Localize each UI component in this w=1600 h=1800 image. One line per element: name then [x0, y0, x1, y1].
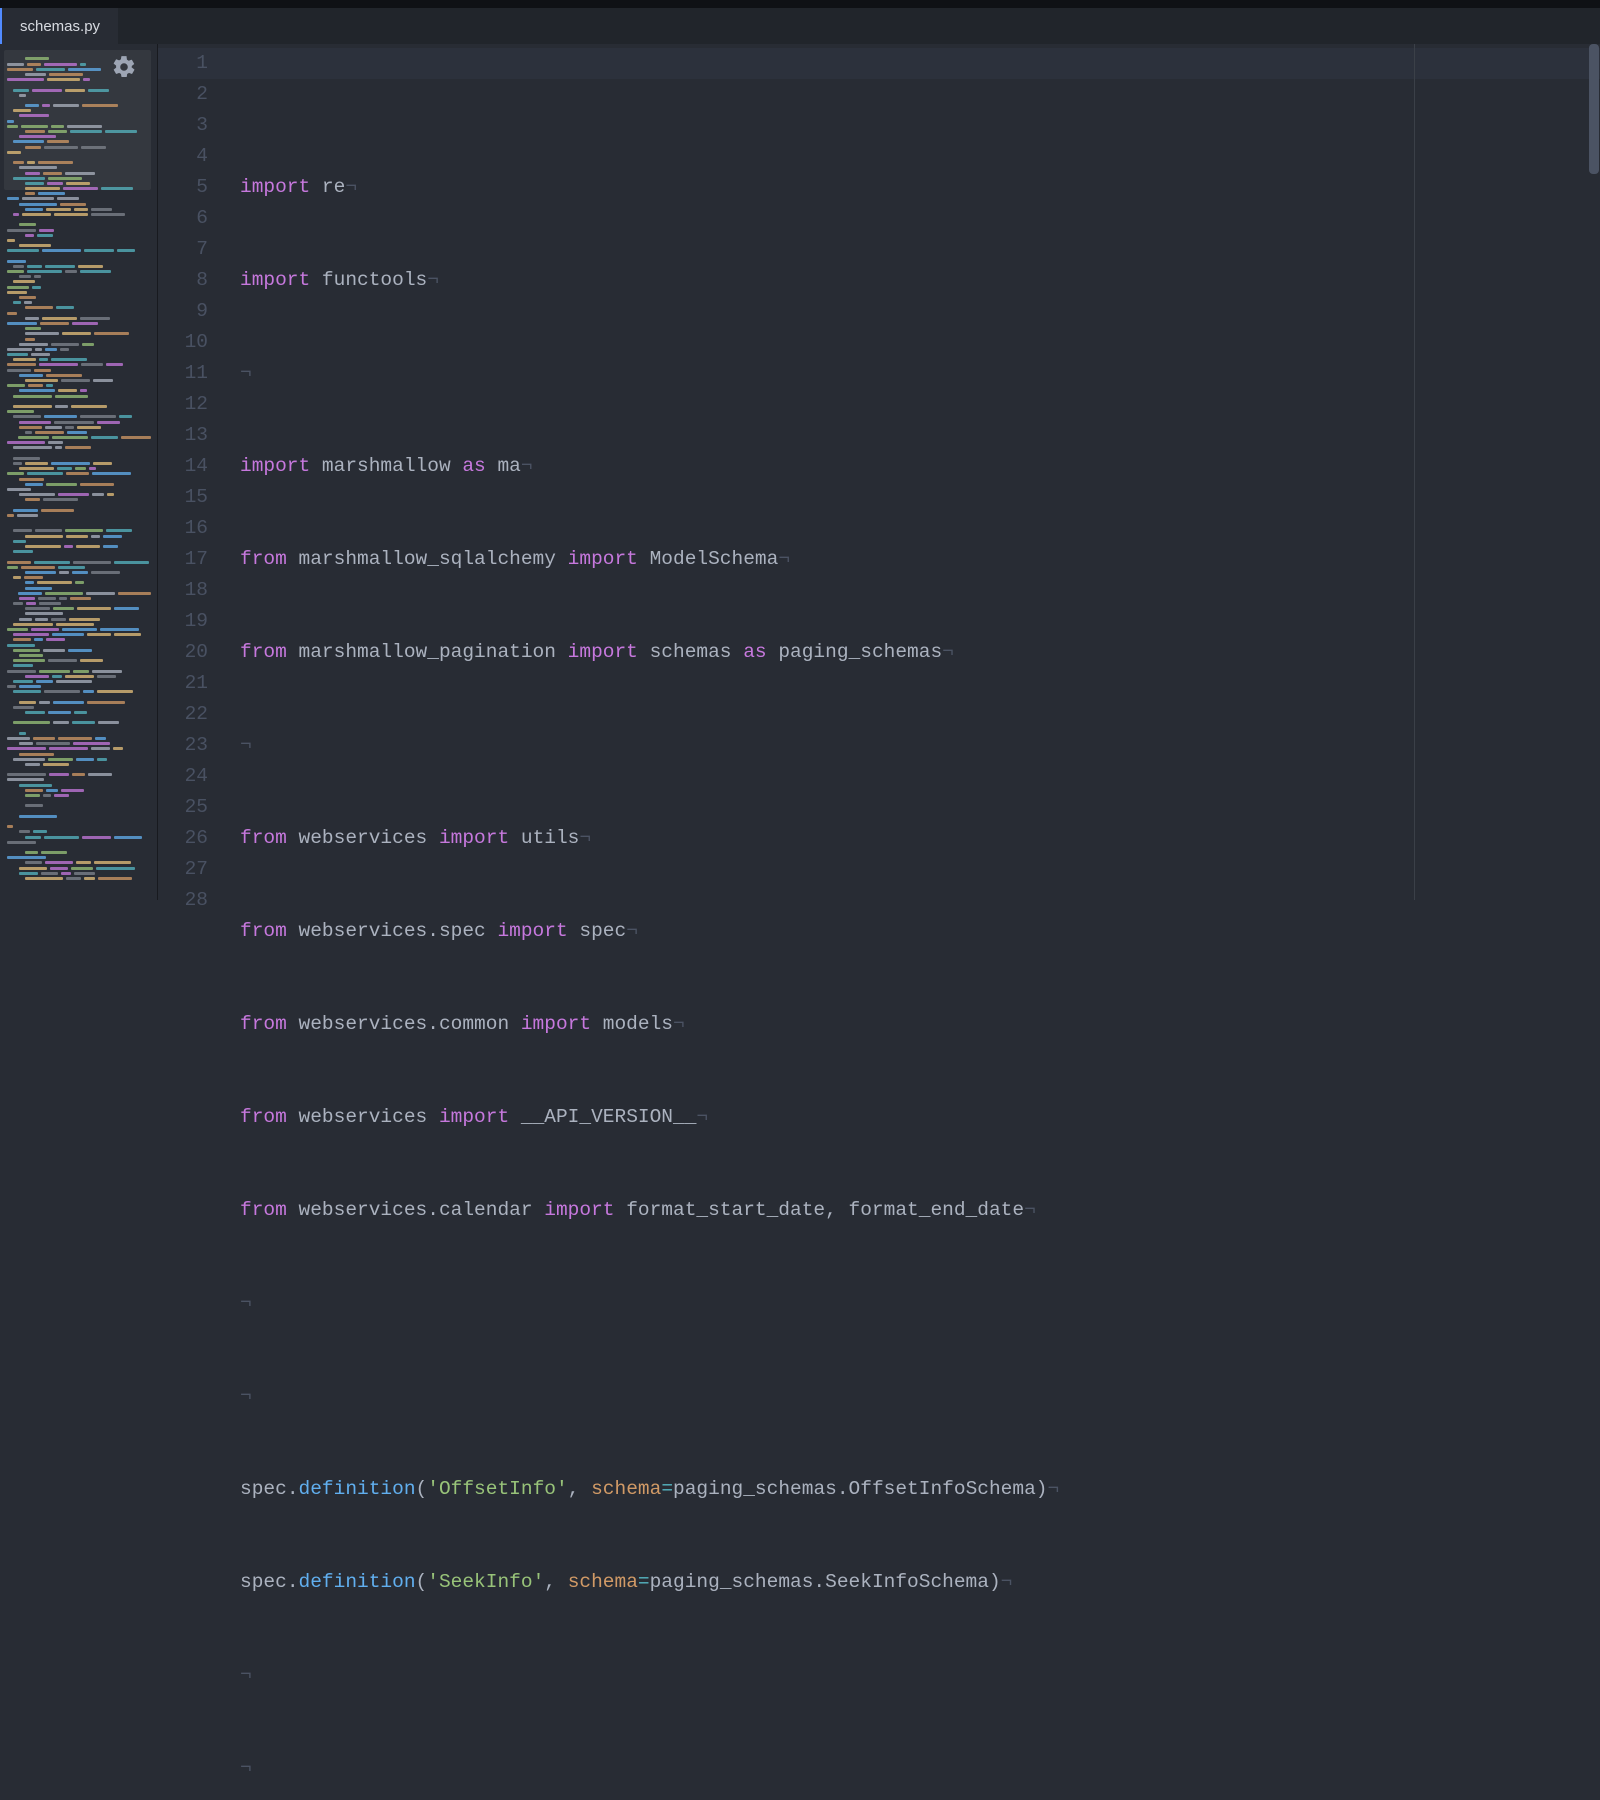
line-number: 10 [158, 327, 208, 358]
line-number: 19 [158, 606, 208, 637]
line-number-gutter: 1234567891011121314151617181920212223242… [158, 44, 226, 900]
code-line: from marshmallow_sqlalchemy import Model… [240, 544, 1600, 575]
line-number: 15 [158, 482, 208, 513]
line-number: 23 [158, 730, 208, 761]
code-line: ¬ [240, 730, 1600, 761]
line-number: 14 [158, 451, 208, 482]
scrollbar-thumb[interactable] [1589, 44, 1599, 174]
line-number: 17 [158, 544, 208, 575]
code-line: spec.definition('SeekInfo', schema=pagin… [240, 1567, 1600, 1598]
line-number: 5 [158, 172, 208, 203]
tab-schemas[interactable]: schemas.py [0, 8, 118, 44]
line-number: 3 [158, 110, 208, 141]
line-number: 9 [158, 296, 208, 327]
line-number: 13 [158, 420, 208, 451]
code-line: import marshmallow as ma¬ [240, 451, 1600, 482]
line-number: 8 [158, 265, 208, 296]
gear-icon[interactable] [111, 54, 137, 85]
code-editor[interactable]: 1234567891011121314151617181920212223242… [158, 44, 1600, 900]
line-number: 27 [158, 854, 208, 885]
line-number: 21 [158, 668, 208, 699]
line-number: 2 [158, 79, 208, 110]
line-number: 22 [158, 699, 208, 730]
code-line: ¬ [240, 1660, 1600, 1691]
line-number: 7 [158, 234, 208, 265]
code-line: ¬ [240, 1381, 1600, 1412]
code-line: from webservices.common import models¬ [240, 1009, 1600, 1040]
tab-filename: schemas.py [20, 18, 100, 35]
code-line: ¬ [240, 1288, 1600, 1319]
code-line: import re¬ [240, 172, 1600, 203]
line-number: 26 [158, 823, 208, 854]
title-bar [0, 0, 1600, 8]
code-area[interactable]: import re¬ import functools¬ ¬ import ma… [226, 44, 1600, 900]
code-line: from marshmallow_pagination import schem… [240, 637, 1600, 668]
line-number: 18 [158, 575, 208, 606]
tab-bar: schemas.py [0, 8, 1600, 44]
line-number: 6 [158, 203, 208, 234]
line-number: 11 [158, 358, 208, 389]
code-line: spec.definition('OffsetInfo', schema=pag… [240, 1474, 1600, 1505]
line-number: 4 [158, 141, 208, 172]
line-number: 25 [158, 792, 208, 823]
vertical-scrollbar[interactable] [1589, 44, 1599, 900]
line-number: 20 [158, 637, 208, 668]
current-line-highlight [158, 48, 1600, 79]
code-line: from webservices.spec import spec¬ [240, 916, 1600, 947]
editor-main: 1234567891011121314151617181920212223242… [0, 44, 1600, 900]
code-line: from webservices import utils¬ [240, 823, 1600, 854]
line-number: 12 [158, 389, 208, 420]
minimap[interactable] [4, 50, 151, 900]
minimap-panel[interactable] [0, 44, 158, 900]
code-line: from webservices import __API_VERSION__¬ [240, 1102, 1600, 1133]
line-number: 1 [158, 48, 208, 79]
code-line: import functools¬ [240, 265, 1600, 296]
code-line: ¬ [240, 358, 1600, 389]
code-line: from webservices.calendar import format_… [240, 1195, 1600, 1226]
line-number: 16 [158, 513, 208, 544]
line-number: 28 [158, 885, 208, 916]
line-number: 24 [158, 761, 208, 792]
code-line: ¬ [240, 1753, 1600, 1784]
